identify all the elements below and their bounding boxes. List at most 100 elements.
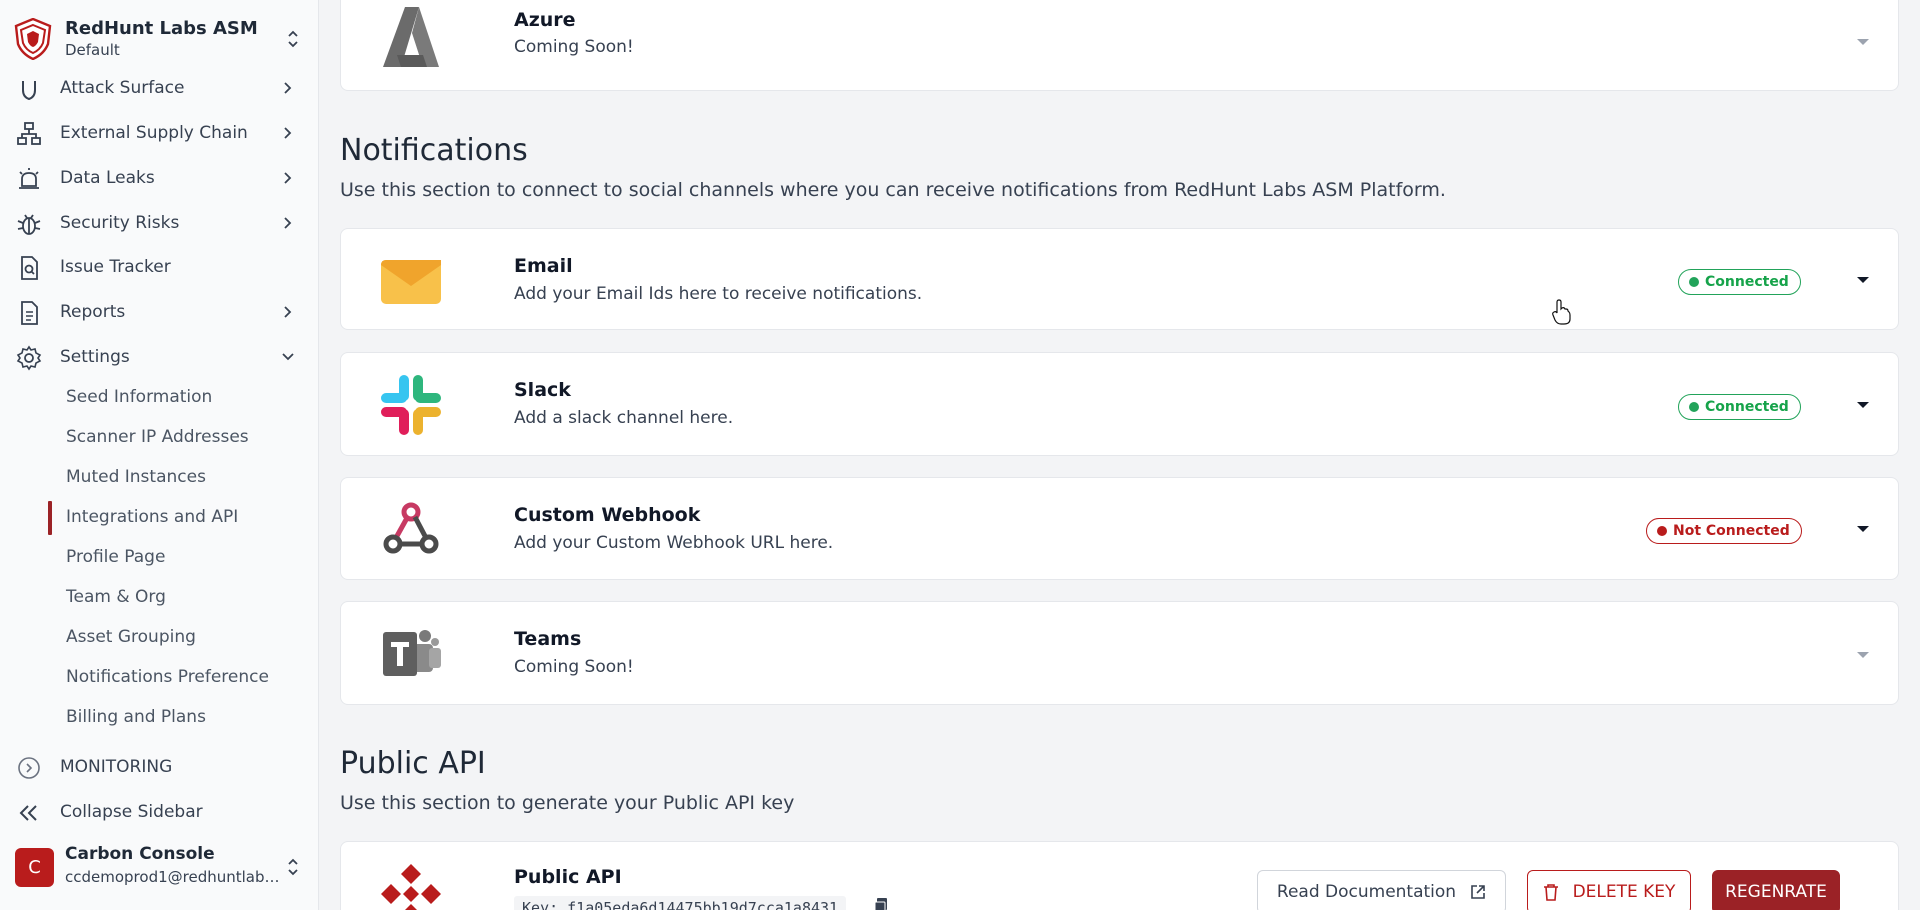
sidebar-subitem-team-org[interactable]: Team & Org	[48, 579, 318, 615]
caret-down-icon[interactable]	[1855, 37, 1871, 47]
sidebar-item-label: Issue Tracker	[60, 257, 171, 277]
integration-desc: Coming Soon!	[514, 37, 634, 57]
sidebar-subitem-scanner-ip-addresses[interactable]: Scanner IP Addresses	[48, 419, 318, 455]
sidebar-item-attack-surface[interactable]: Attack Surface	[0, 68, 318, 108]
shield-logo-icon	[14, 18, 52, 60]
sidebar-subitem-integrations-and-api[interactable]: Integrations and API	[48, 499, 318, 535]
sidebar-subitem-profile-page[interactable]: Profile Page	[48, 539, 318, 575]
sidebar-subitem-label: Team & Org	[66, 587, 166, 607]
slack-logo-icon	[381, 375, 441, 435]
gear-icon	[16, 345, 42, 371]
avatar: C	[15, 848, 54, 887]
network-icon	[17, 122, 41, 145]
integration-desc: Add your Email Ids here to receive notif…	[514, 284, 923, 304]
chevron-right-icon	[284, 82, 292, 94]
sidebar-item-label: Attack Surface	[60, 78, 185, 98]
sidebar-subitem-label: Scanner IP Addresses	[66, 427, 249, 447]
org-name: RedHunt Labs ASM	[65, 18, 258, 39]
email-envelope-icon	[381, 260, 441, 304]
status-badge-label: Connected	[1705, 399, 1789, 415]
org-switcher[interactable]: RedHunt Labs ASM Default	[0, 0, 318, 78]
sidebar-subitem-label: Integrations and API	[66, 507, 239, 527]
status-dot	[1657, 526, 1667, 536]
sidebar-subitem-label: Muted Instances	[66, 467, 206, 487]
sidebar-item-monitoring[interactable]: MONITORING	[0, 747, 318, 787]
caret-down-icon[interactable]	[1855, 524, 1871, 534]
sidebar-subitem-label: Billing and Plans	[66, 707, 206, 727]
integration-desc: Add your Custom Webhook URL here.	[514, 533, 834, 553]
sidebar-subitem-muted-instances[interactable]: Muted Instances	[48, 459, 318, 495]
public-api-logo-icon	[381, 864, 441, 910]
collapse-sidebar-button[interactable]: Collapse Sidebar	[0, 792, 318, 832]
file-search-icon	[21, 256, 38, 280]
regenerate-key-button[interactable]: REGENRATE	[1712, 870, 1840, 910]
integration-title: Teams	[514, 628, 582, 650]
updown-chevron-icon	[288, 858, 298, 876]
api-key-text: Key: f1a05eda6d14475bb19d7cca1a8431	[522, 899, 839, 910]
teams-logo-icon	[383, 630, 441, 676]
sidebar-subitem-notifications-preference[interactable]: Notifications Preference	[48, 659, 318, 695]
status-badge-label: Not Connected	[1673, 523, 1790, 539]
section-title-notifications: Notifications	[340, 133, 528, 168]
integration-card-azure: Azure Coming Soon!	[340, 0, 1899, 91]
status-dot	[1689, 402, 1699, 412]
sidebar-item-settings[interactable]: Settings	[0, 337, 318, 377]
caret-down-icon[interactable]	[1855, 400, 1871, 410]
sidebar-item-label: Security Risks	[60, 213, 180, 233]
integration-desc: Coming Soon!	[514, 657, 634, 677]
sidebar-subitem-asset-grouping[interactable]: Asset Grouping	[48, 619, 318, 655]
caret-down-icon[interactable]	[1855, 650, 1871, 660]
monitoring-icon	[18, 757, 40, 779]
read-documentation-button[interactable]: Read Documentation	[1257, 870, 1506, 910]
azure-logo-icon	[383, 7, 439, 67]
sidebar-item-data-leaks[interactable]: Data Leaks	[0, 158, 318, 198]
copy-icon[interactable]	[874, 897, 890, 910]
section-desc-public-api: Use this section to generate your Public…	[340, 792, 795, 814]
sidebar-item-reports[interactable]: Reports	[0, 292, 318, 332]
bug-icon	[17, 214, 41, 235]
status-badge-label: Connected	[1705, 274, 1789, 290]
trash-icon	[1543, 884, 1558, 901]
sidebar-subitem-seed-information[interactable]: Seed Information	[48, 379, 318, 415]
delete-key-button[interactable]: DELETE KEY	[1527, 870, 1691, 910]
external-link-icon	[1471, 885, 1485, 899]
main-content: Azure Coming Soon! Notifications Use thi…	[320, 0, 1920, 910]
integration-title: Slack	[514, 379, 571, 401]
alarm-icon	[19, 168, 39, 189]
sidebar-subitem-label: Profile Page	[66, 547, 166, 567]
sidebar-item-issue-tracker[interactable]: Issue Tracker	[0, 247, 318, 287]
read-documentation-label: Read Documentation	[1276, 882, 1457, 902]
sidebar-item-security-risks[interactable]: Security Risks	[0, 203, 318, 243]
sidebar-item-label: Settings	[60, 347, 130, 367]
section-title-public-api: Public API	[340, 746, 486, 781]
sidebar-subitem-label: Seed Information	[66, 387, 213, 407]
delete-key-label: DELETE KEY	[1572, 882, 1676, 902]
sidebar-item-external-supply-chain[interactable]: External Supply Chain	[0, 113, 318, 153]
sidebar-subitem-label: Notifications Preference	[66, 667, 269, 687]
sidebar-item-label: Data Leaks	[60, 168, 155, 188]
sidebar: RedHunt Labs ASM Default Attack Surface …	[0, 0, 319, 910]
sidebar-subitem-label: Asset Grouping	[66, 627, 196, 647]
caret-down-icon[interactable]	[1855, 275, 1871, 285]
chevron-right-icon	[284, 127, 292, 139]
integration-desc: Add a slack channel here.	[514, 408, 734, 428]
cursor-hand-icon	[1552, 299, 1571, 325]
status-badge-connected: Connected	[1678, 394, 1801, 420]
integration-card-teams: Teams Coming Soon!	[340, 601, 1899, 705]
sidebar-subitem-billing-and-plans[interactable]: Billing and Plans	[48, 699, 318, 735]
integration-title: Azure	[514, 9, 576, 31]
sidebar-item-label: MONITORING	[60, 757, 173, 777]
chevron-right-icon	[284, 172, 292, 184]
integration-card-public-api: Public API Key: f1a05eda6d14475bb19d7cca…	[340, 841, 1899, 910]
chevron-right-icon	[284, 217, 292, 229]
sidebar-item-label: Collapse Sidebar	[60, 802, 203, 822]
integration-title: Public API	[514, 866, 622, 888]
document-icon	[21, 301, 38, 325]
section-desc-notifications: Use this section to connect to social ch…	[340, 179, 1446, 201]
chevron-down-icon	[282, 353, 294, 361]
webhook-icon	[383, 502, 439, 554]
integration-card-slack: Slack Add a slack channel here. Connecte…	[340, 352, 1899, 456]
integration-title: Email	[514, 255, 573, 277]
org-workspace: Default	[65, 41, 120, 59]
user-switcher[interactable]: C Carbon Console ccdemoprod1@redhuntlabs…	[0, 838, 318, 898]
